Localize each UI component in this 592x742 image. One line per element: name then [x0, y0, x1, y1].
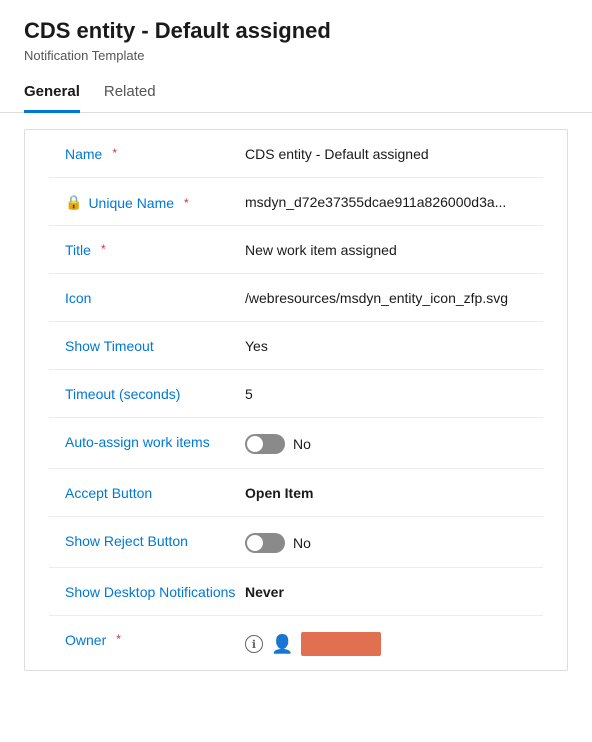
value-icon: /webresources/msdyn_entity_icon_zfp.svg	[245, 288, 527, 306]
field-row-show-timeout: Show Timeout Yes	[49, 322, 543, 370]
label-show-desktop: Show Desktop Notifications	[65, 582, 245, 600]
field-row-auto-assign: Auto-assign work items No	[49, 418, 543, 469]
value-owner: ℹ 👤	[245, 630, 527, 656]
page-header: CDS entity - Default assigned Notificati…	[0, 0, 592, 63]
value-show-desktop: Never	[245, 582, 527, 600]
field-row-unique-name: 🔒 Unique Name* msdyn_d72e37355dcae911a82…	[49, 178, 543, 226]
field-row-icon: Icon /webresources/msdyn_entity_icon_zfp…	[49, 274, 543, 322]
tab-general[interactable]: General	[24, 75, 80, 113]
value-unique-name: msdyn_d72e37355dcae911a826000d3a...	[245, 192, 527, 210]
field-row-owner: Owner* ℹ 👤	[49, 616, 543, 670]
value-show-timeout: Yes	[245, 336, 527, 354]
form-container: Name* CDS entity - Default assigned 🔒 Un…	[24, 129, 568, 671]
field-row-accept-button: Accept Button Open Item	[49, 469, 543, 517]
field-row-show-desktop: Show Desktop Notifications Never	[49, 568, 543, 616]
lock-icon: 🔒	[65, 194, 82, 211]
field-row-name: Name* CDS entity - Default assigned	[49, 130, 543, 178]
toggle-show-reject-label: No	[293, 535, 311, 551]
field-row-timeout-seconds: Timeout (seconds) 5	[49, 370, 543, 418]
info-circle-icon: ℹ	[245, 635, 263, 653]
field-row-title: Title* New work item assigned	[49, 226, 543, 274]
tab-related[interactable]: Related	[104, 75, 156, 113]
label-auto-assign: Auto-assign work items	[65, 432, 245, 450]
tab-bar: General Related	[0, 75, 592, 113]
page-subtitle: Notification Template	[24, 48, 568, 63]
toggle-auto-assign-label: No	[293, 436, 311, 452]
value-name: CDS entity - Default assigned	[245, 144, 527, 162]
value-show-reject: No	[245, 531, 527, 553]
label-title: Title*	[65, 240, 245, 258]
toggle-auto-assign[interactable]	[245, 434, 285, 454]
owner-value-box[interactable]	[301, 632, 381, 656]
label-icon: Icon	[65, 288, 245, 306]
value-timeout-seconds: 5	[245, 384, 527, 402]
value-title: New work item assigned	[245, 240, 527, 258]
label-name: Name*	[65, 144, 245, 162]
toggle-show-reject[interactable]	[245, 533, 285, 553]
label-unique-name: 🔒 Unique Name*	[65, 192, 245, 211]
field-row-show-reject: Show Reject Button No	[49, 517, 543, 568]
page-title: CDS entity - Default assigned	[24, 18, 568, 44]
value-accept-button: Open Item	[245, 483, 527, 501]
label-show-timeout: Show Timeout	[65, 336, 245, 354]
value-auto-assign: No	[245, 432, 527, 454]
label-timeout-seconds: Timeout (seconds)	[65, 384, 245, 402]
label-show-reject: Show Reject Button	[65, 531, 245, 549]
label-owner: Owner*	[65, 630, 245, 648]
label-accept-button: Accept Button	[65, 483, 245, 501]
person-icon: 👤	[271, 634, 293, 655]
